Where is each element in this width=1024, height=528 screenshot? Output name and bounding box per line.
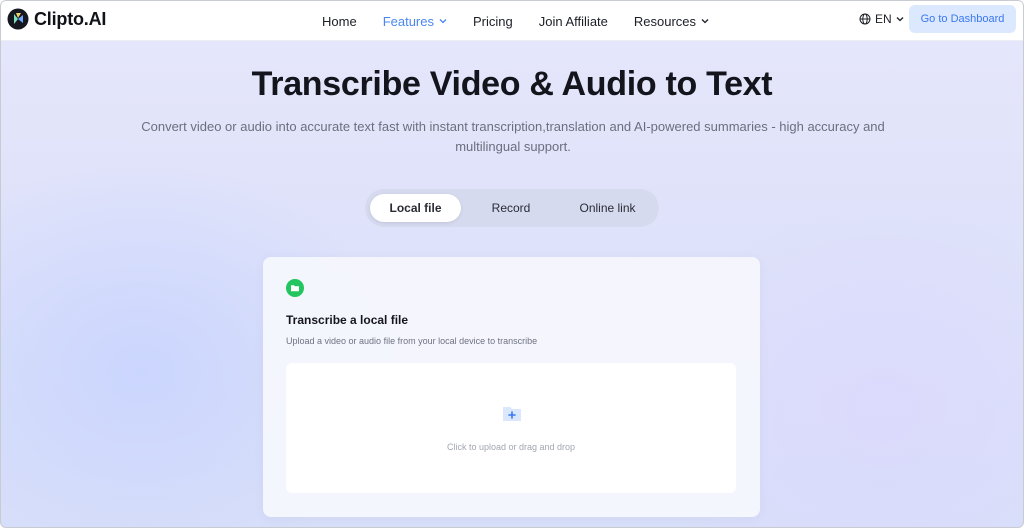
chevron-down-icon xyxy=(701,19,709,24)
tab-online-link[interactable]: Online link xyxy=(561,194,654,222)
page-title: Transcribe Video & Audio to Text xyxy=(251,65,773,103)
brand-name: Clipto.AI xyxy=(34,8,107,29)
card-title: Transcribe a local file xyxy=(286,313,409,327)
source-tabs: Local file Record Online link xyxy=(365,189,659,227)
nav-join-affiliate-label: Join Affiliate xyxy=(538,13,608,29)
nav-links: Home Features Pricing Join Affiliate Res… xyxy=(322,1,735,41)
chevron-down-icon xyxy=(439,19,447,24)
top-navbar: Clipto.AI Home Features Pricing Join Aff… xyxy=(1,1,1023,41)
go-to-dashboard-button[interactable]: Go to Dashboard xyxy=(909,5,1016,33)
language-label: EN xyxy=(875,12,892,26)
folder-icon xyxy=(286,279,304,297)
tab-record[interactable]: Record xyxy=(461,194,561,222)
nav-join-affiliate[interactable]: Join Affiliate xyxy=(539,14,608,29)
tab-local-file[interactable]: Local file xyxy=(370,194,461,222)
chevron-down-icon xyxy=(896,17,904,22)
nav-features-label: Features xyxy=(382,13,434,29)
tab-local-file-label: Local file xyxy=(389,201,442,215)
dropzone-hint: Click to upload or drag and drop xyxy=(446,442,576,452)
nav-pricing[interactable]: Pricing xyxy=(473,14,513,29)
globe-icon xyxy=(859,13,871,25)
upload-card: Transcribe a local file Upload a video o… xyxy=(263,257,760,517)
nav-features[interactable]: Features xyxy=(383,14,447,29)
card-description: Upload a video or audio file from your l… xyxy=(286,336,538,346)
nav-resources[interactable]: Resources xyxy=(634,14,709,29)
file-dropzone[interactable]: Click to upload or drag and drop xyxy=(286,363,736,493)
tab-online-link-label: Online link xyxy=(579,201,636,215)
brand-logo[interactable]: Clipto.AI xyxy=(7,8,106,30)
nav-home-label: Home xyxy=(322,13,357,29)
page-subtitle: Convert video or audio into accurate tex… xyxy=(141,119,885,154)
nav-resources-label: Resources xyxy=(633,13,697,29)
nav-home[interactable]: Home xyxy=(322,14,357,29)
folder-plus-icon xyxy=(503,407,521,421)
clipto-logo-icon xyxy=(7,8,29,30)
app-window: Clipto.AI Home Features Pricing Join Aff… xyxy=(0,0,1024,528)
tab-record-label: Record xyxy=(491,201,531,215)
language-selector[interactable]: EN xyxy=(859,12,904,26)
nav-pricing-label: Pricing xyxy=(473,13,513,29)
